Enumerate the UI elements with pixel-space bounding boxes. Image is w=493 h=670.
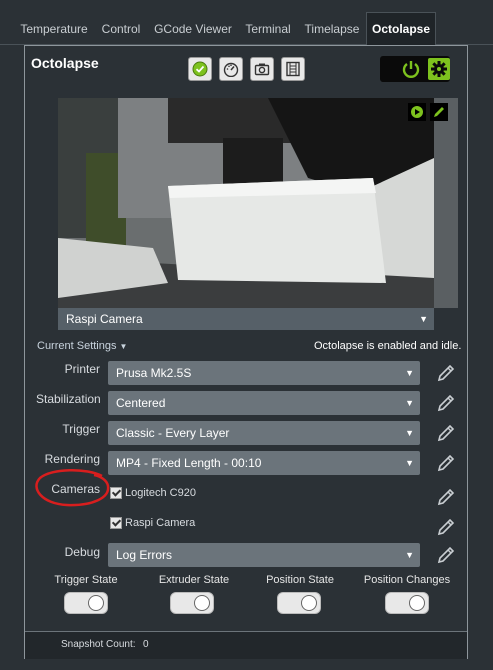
power-icon[interactable] (401, 59, 421, 79)
tab-terminal[interactable]: Terminal (238, 14, 298, 44)
chevron-down-icon: ▼ (405, 550, 414, 560)
dashboard-button[interactable] (219, 57, 243, 81)
edit-raspi-camera-pencil-icon[interactable] (436, 517, 456, 537)
caret-down-icon: ▼ (119, 342, 128, 351)
camera-preview (58, 98, 458, 308)
chevron-down-icon: ▼ (419, 314, 428, 324)
extruder-state-toggle[interactable] (170, 592, 214, 614)
rendering-label: Rendering (44, 452, 100, 466)
red-circle-annotation (35, 468, 110, 507)
check-circle-icon (192, 61, 208, 77)
debug-select[interactable]: Log Errors ▼ (108, 543, 420, 567)
debug-label: Debug (64, 545, 100, 559)
panel-title: Octolapse (31, 55, 99, 71)
snapshot-count-label: Snapshot Count: (61, 639, 136, 650)
camera-select[interactable]: Raspi Camera ▼ (58, 308, 434, 330)
position-changes-label: Position Changes (363, 574, 451, 586)
position-state-label: Position State (266, 574, 334, 586)
tab-gcode-viewer[interactable]: GCode Viewer (148, 14, 238, 44)
edit-printer-pencil-icon[interactable] (436, 363, 456, 383)
trigger-state-toggle[interactable] (64, 592, 108, 614)
snapshot-button[interactable] (250, 57, 274, 81)
camera-name: Raspi Camera (125, 517, 196, 529)
edit-debug-pencil-icon[interactable] (436, 545, 456, 565)
tab-control[interactable]: Control (94, 14, 148, 44)
timelapse-list-button[interactable] (281, 57, 305, 81)
toggle-knob (409, 595, 425, 611)
edit-trigger-pencil-icon[interactable] (436, 423, 456, 443)
rendering-select-value: MP4 - Fixed Length - 00:10 (116, 456, 262, 470)
stabilization-select-value: Centered (116, 396, 166, 410)
camera-checkbox-logitech[interactable]: Logitech C920 (110, 487, 196, 499)
printer-select-value: Prusa Mk2.5S (116, 366, 192, 380)
chevron-down-icon: ▼ (405, 428, 414, 438)
printer-select[interactable]: Prusa Mk2.5S ▼ (108, 361, 420, 385)
camera-icon (254, 63, 270, 76)
gauge-icon (223, 62, 239, 77)
toggle-knob (88, 595, 104, 611)
trigger-select-value: Classic - Every Layer (116, 426, 230, 440)
pencil-icon (434, 107, 444, 117)
edit-stabilization-pencil-icon[interactable] (436, 393, 456, 413)
extruder-state-label: Extruder State (158, 574, 230, 586)
rendering-select[interactable]: MP4 - Fixed Length - 00:10 ▼ (108, 451, 420, 475)
tab-bar: Temperature Control GCode Viewer Termina… (0, 0, 493, 46)
tab-timelapse[interactable]: Timelapse (298, 14, 366, 44)
footer-bar: Snapshot Count: 0 (25, 631, 467, 659)
trigger-label: Trigger (62, 422, 100, 436)
camera-preview-image (58, 98, 434, 308)
position-state-toggle[interactable] (277, 592, 321, 614)
edit-rendering-pencil-icon[interactable] (436, 453, 456, 473)
gear-icon (431, 61, 447, 77)
trigger-state-label: Trigger State (54, 574, 118, 586)
status-text: Octolapse is enabled and idle. (314, 340, 462, 352)
checkbox-checked-icon[interactable] (110, 517, 122, 529)
printer-label: Printer (64, 362, 100, 376)
trigger-select[interactable]: Classic - Every Layer ▼ (108, 421, 420, 445)
edit-logitech-camera-pencil-icon[interactable] (436, 487, 456, 507)
camera-select-value: Raspi Camera (66, 312, 143, 326)
edit-camera-button[interactable] (430, 103, 448, 121)
chevron-down-icon: ▼ (405, 398, 414, 408)
current-settings-label: Current Settings (37, 340, 117, 352)
toggle-knob (301, 595, 317, 611)
play-button[interactable] (408, 103, 426, 121)
position-changes-toggle[interactable] (385, 592, 429, 614)
snapshot-count-value: 0 (143, 639, 149, 650)
tab-octolapse[interactable]: Octolapse (366, 12, 436, 46)
camera-name: Logitech C920 (125, 487, 196, 499)
settings-button[interactable] (428, 58, 450, 80)
stabilization-select[interactable]: Centered ▼ (108, 391, 420, 415)
checkbox-checked-icon[interactable] (110, 487, 122, 499)
status-ok-button[interactable] (188, 57, 212, 81)
current-settings-toggle[interactable]: Current Settings ▼ (37, 340, 127, 352)
toggle-knob (194, 595, 210, 611)
chevron-down-icon: ▼ (405, 368, 414, 378)
stabilization-label: Stabilization (36, 392, 101, 406)
film-icon (286, 61, 300, 77)
tab-temperature[interactable]: Temperature (14, 14, 94, 44)
debug-select-value: Log Errors (116, 548, 173, 562)
camera-checkbox-raspi[interactable]: Raspi Camera (110, 517, 195, 529)
chevron-down-icon: ▼ (405, 458, 414, 468)
power-controls (380, 56, 450, 82)
